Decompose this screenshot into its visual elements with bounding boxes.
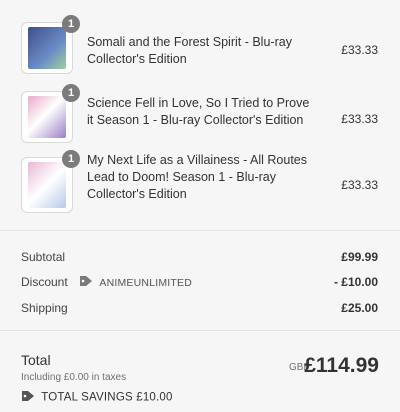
divider bbox=[0, 230, 400, 231]
subtotal-row: Subtotal £99.99 bbox=[21, 250, 378, 264]
quantity-badge: 1 bbox=[62, 15, 80, 33]
shipping-label: Shipping bbox=[21, 301, 68, 315]
total-label: Total bbox=[21, 352, 51, 368]
discount-code: ANIMEUNLIMITED bbox=[99, 277, 193, 289]
product-price: £33.33 bbox=[341, 43, 378, 57]
product-title: My Next Life as a Villainess - All Route… bbox=[87, 153, 308, 201]
subtotal-value: £99.99 bbox=[341, 250, 378, 264]
product-title: Science Fell in Love, So I Tried to Prov… bbox=[87, 96, 310, 127]
line-item: 1 Somali and the Forest Spirit - Blu-ray… bbox=[0, 15, 400, 88]
product-cover-image bbox=[28, 96, 66, 138]
total-value: £114.99 bbox=[304, 354, 379, 377]
product-title: Somali and the Forest Spirit - Blu-ray C… bbox=[87, 35, 292, 66]
tag-icon bbox=[21, 390, 35, 405]
discount-label: Discount bbox=[21, 275, 68, 289]
total-savings: TOTAL SAVINGS £10.00 bbox=[21, 390, 173, 405]
product-price: £33.33 bbox=[341, 112, 378, 126]
subtotal-label: Subtotal bbox=[21, 250, 66, 264]
product-cover-image bbox=[28, 27, 66, 69]
product-price: £33.33 bbox=[341, 178, 378, 192]
discount-row: Discount ANIMEUNLIMITED - £10.00 bbox=[21, 275, 378, 290]
product-thumbnail: 1 bbox=[21, 15, 80, 74]
line-item: 1 My Next Life as a Villainess - All Rou… bbox=[0, 150, 400, 222]
taxes-note: Including £0.00 in taxes bbox=[21, 372, 127, 383]
shipping-value: £25.00 bbox=[341, 301, 378, 315]
product-cover-image bbox=[28, 162, 66, 208]
shipping-row: Shipping £25.00 bbox=[21, 301, 378, 315]
product-thumbnail: 1 bbox=[21, 84, 80, 143]
discount-value: - £10.00 bbox=[333, 275, 378, 289]
product-thumbnail: 1 bbox=[21, 150, 80, 213]
tag-icon bbox=[79, 275, 93, 290]
quantity-badge: 1 bbox=[62, 84, 80, 102]
line-item: 1 Science Fell in Love, So I Tried to Pr… bbox=[0, 84, 400, 157]
quantity-badge: 1 bbox=[62, 150, 80, 168]
divider bbox=[0, 330, 400, 331]
total-savings-text: TOTAL SAVINGS £10.00 bbox=[41, 391, 173, 404]
